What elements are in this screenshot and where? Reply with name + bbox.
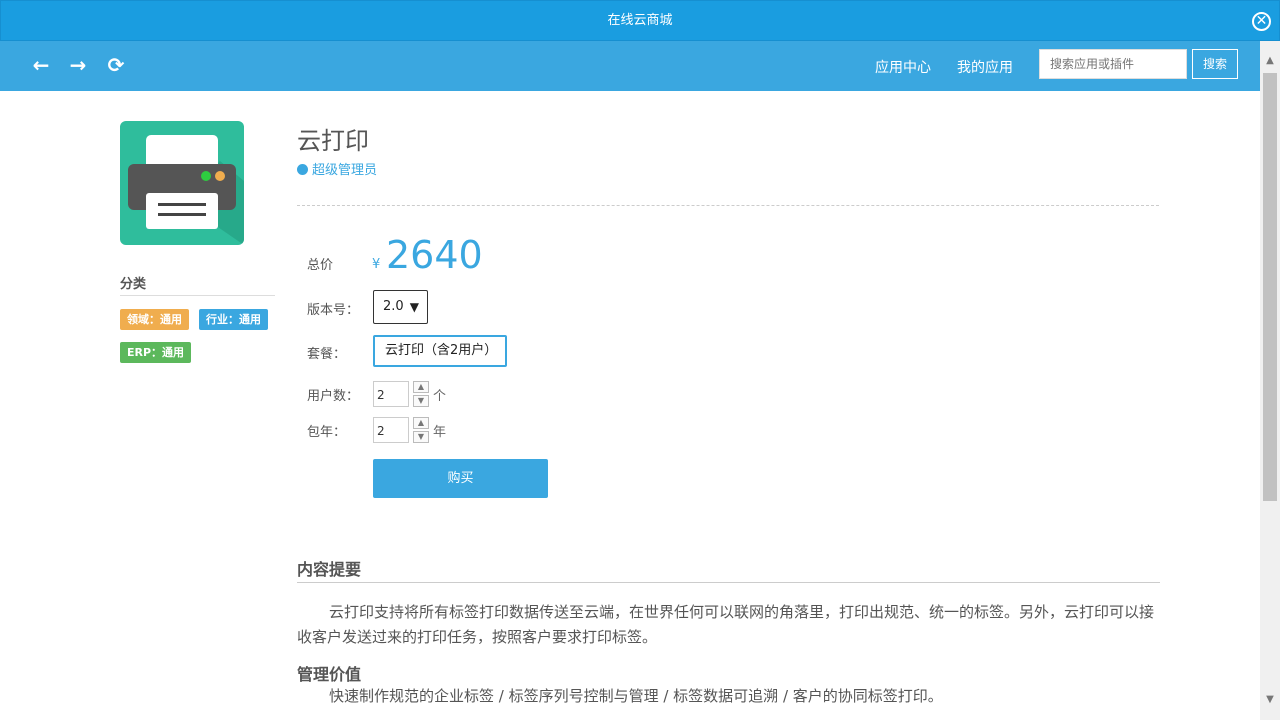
- price-value: 2640: [386, 233, 483, 277]
- window-titlebar: 在线云商城 ✕: [0, 0, 1280, 41]
- version-label: 版本号：: [307, 303, 360, 318]
- summary-divider: [297, 582, 1160, 583]
- version-value: 2.0: [383, 299, 404, 314]
- users-input[interactable]: 2: [373, 381, 409, 407]
- close-icon[interactable]: ✕: [1252, 12, 1271, 31]
- tag-industry[interactable]: 行业：通用: [199, 309, 268, 330]
- refresh-icon[interactable]: ⟳: [104, 53, 128, 77]
- header-divider: [297, 205, 1159, 206]
- globe-icon: [297, 164, 308, 175]
- scroll-down-icon[interactable]: ▼: [1260, 690, 1280, 710]
- scrollbar[interactable]: ▲ ▼: [1260, 41, 1280, 720]
- top-navbar: ← → ⟳ 应用中心 我的应用 搜索: [0, 41, 1280, 91]
- years-increment-icon[interactable]: ▲: [413, 417, 429, 429]
- category-title: 分类: [120, 277, 147, 292]
- arrow-right-icon[interactable]: →: [66, 53, 90, 77]
- years-input[interactable]: 2: [373, 417, 409, 443]
- nav-app-center[interactable]: 应用中心: [875, 57, 931, 77]
- version-select[interactable]: 2.0 ▼: [373, 290, 428, 324]
- summary-text: 云打印支持将所有标签打印数据传送至云端，在世界任何可以联网的角落里，打印出规范、…: [297, 603, 1155, 646]
- years-label: 包年：: [307, 425, 347, 440]
- app-title: 云打印: [297, 127, 369, 155]
- value-title: 管理价值: [297, 665, 362, 684]
- tag-erp[interactable]: ERP：通用: [120, 342, 192, 363]
- arrow-left-icon[interactable]: ←: [29, 53, 53, 77]
- users-label: 用户数：: [307, 389, 360, 404]
- author-link[interactable]: 超级管理员: [297, 159, 377, 178]
- scroll-thumb[interactable]: [1263, 73, 1277, 501]
- plan-option[interactable]: 云打印（含2用户）: [373, 335, 507, 367]
- users-unit: 个: [433, 389, 447, 404]
- users-decrement-icon[interactable]: ▼: [413, 395, 429, 407]
- window-title: 在线云商城: [607, 13, 673, 28]
- summary-title: 内容提要: [297, 560, 362, 579]
- scroll-up-icon[interactable]: ▲: [1260, 51, 1280, 71]
- currency-symbol: ¥: [372, 257, 381, 272]
- category-divider: [120, 295, 275, 296]
- plan-label: 套餐：: [307, 347, 347, 362]
- years-decrement-icon[interactable]: ▼: [413, 431, 429, 443]
- value-text: 快速制作规范的企业标签 / 标签序列号控制与管理 / 标签数据可追溯 / 客户的…: [329, 687, 943, 705]
- buy-button[interactable]: 购买: [373, 459, 548, 498]
- chevron-down-icon: ▼: [409, 300, 419, 314]
- years-unit: 年: [433, 425, 447, 440]
- users-increment-icon[interactable]: ▲: [413, 381, 429, 393]
- nav-my-apps[interactable]: 我的应用: [957, 57, 1013, 77]
- tag-domain[interactable]: 领域：通用: [120, 309, 189, 330]
- search-button[interactable]: 搜索: [1192, 49, 1238, 79]
- author-name: 超级管理员: [312, 163, 378, 178]
- search-input[interactable]: [1039, 49, 1187, 79]
- printer-icon: [120, 121, 244, 245]
- price-label: 总价: [307, 258, 334, 273]
